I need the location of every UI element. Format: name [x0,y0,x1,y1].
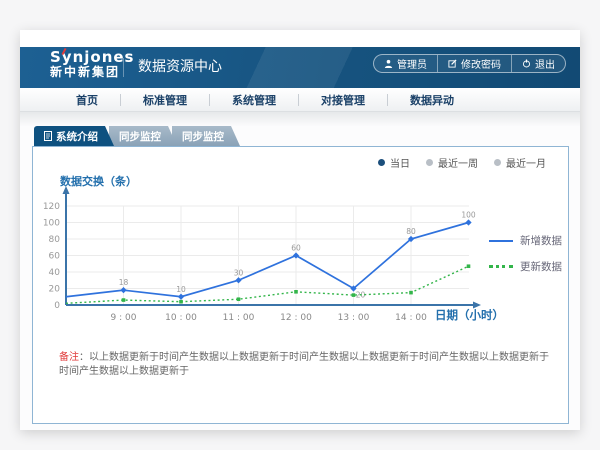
page-title: 数据资源中心 [123,58,222,77]
nav-item-home[interactable]: 首页 [54,92,120,108]
window-top-strip [20,30,580,47]
brand-logo-en: Synjones [50,50,135,66]
tab-label: 系统介绍 [56,129,98,144]
svg-text:10 : 00: 10 : 00 [165,313,197,323]
radio-selected-icon [378,159,385,166]
tab-sync-monitor-2[interactable]: 同步监控 [172,126,240,146]
radio-icon [426,159,433,166]
logout-button[interactable]: 退出 [511,55,565,72]
main-nav: 首页 标准管理 系统管理 对接管理 数据异动 [20,88,580,112]
nav-item-integration-mgmt[interactable]: 对接管理 [299,92,387,108]
legend-line-dotted [489,265,513,268]
filter-label: 当日 [390,155,410,170]
legend-item-new-data: 新增数据 [489,233,562,248]
svg-text:20: 20 [49,285,61,295]
change-password-button[interactable]: 修改密码 [437,55,511,72]
user-menu[interactable]: 管理员 [374,55,437,72]
svg-text:11 : 00: 11 : 00 [223,313,255,323]
tab-label: 同步监控 [119,129,161,144]
svg-text:40: 40 [49,268,61,278]
svg-text:10: 10 [176,285,186,294]
user-icon [384,59,393,68]
nav-item-system-mgmt[interactable]: 系统管理 [210,92,298,108]
tab-system-intro[interactable]: 系统介绍 [34,126,114,146]
footnote-text: ：以上数据更新于时间产生数据以上数据更新于时间产生数据以上数据更新于时间产生数据… [59,352,549,377]
nav-shadow [20,112,580,126]
brand-logo-cn: 新中新集团 [50,66,135,79]
tab-label: 同步监控 [182,129,224,144]
svg-text:80: 80 [49,235,61,245]
svg-text:0: 0 [54,301,60,311]
svg-text:120: 120 [43,202,60,212]
filter-label: 最近一月 [506,155,546,170]
radio-icon [494,159,501,166]
chart-legend: 新增数据 更新数据 [489,233,562,274]
svg-text:9 : 00: 9 : 00 [111,313,137,323]
time-range-filter: 当日 最近一周 最近一月 [378,155,546,170]
footnote: 备注：以上数据更新于时间产生数据以上数据更新于时间产生数据以上数据更新于时间产生… [59,351,554,379]
app-header: Synjones 新中新集团 数据资源中心 管理员 修改密码 退出 [20,47,580,88]
filter-last-week[interactable]: 最近一周 [426,155,478,170]
legend-label: 新增数据 [520,233,562,248]
svg-text:60: 60 [49,252,61,262]
content-panel: 当日 最近一周 最近一月 数据交换（条） 0204060801001209 : … [32,146,569,424]
brand-logo: Synjones 新中新集团 [50,50,135,78]
edit-icon [448,59,457,68]
svg-text:100: 100 [43,219,60,229]
legend-item-update-data: 更新数据 [489,259,562,274]
svg-text:100: 100 [461,211,476,220]
change-password-label: 修改密码 [461,56,501,71]
legend-line-solid [489,240,513,242]
nav-item-standard-mgmt[interactable]: 标准管理 [121,92,209,108]
power-icon [522,59,531,68]
filter-last-month[interactable]: 最近一月 [494,155,546,170]
document-icon [44,131,52,141]
chart-x-axis-title: 日期（小时） [435,307,504,323]
svg-text:13 : 00: 13 : 00 [338,313,370,323]
legend-label: 更新数据 [520,259,562,274]
filter-label: 最近一周 [438,155,478,170]
svg-text:30: 30 [234,268,244,277]
user-toolbar: 管理员 修改密码 退出 [373,54,566,73]
filter-today[interactable]: 当日 [378,155,410,170]
logout-label: 退出 [535,56,555,71]
svg-text:14 : 00: 14 : 00 [395,313,427,323]
svg-text:80: 80 [406,227,416,236]
user-name: 管理员 [397,56,427,71]
svg-text:12 : 00: 12 : 00 [280,313,312,323]
tab-bar: 系统介绍 同步监控 同步监控 [34,126,240,146]
app-window: Synjones 新中新集团 数据资源中心 管理员 修改密码 退出 [20,30,580,430]
tab-sync-monitor-1[interactable]: 同步监控 [109,126,177,146]
svg-text:60: 60 [291,244,301,253]
footnote-label: 备注 [59,352,79,363]
svg-text:18: 18 [119,278,129,287]
nav-item-data-change[interactable]: 数据异动 [388,92,476,108]
